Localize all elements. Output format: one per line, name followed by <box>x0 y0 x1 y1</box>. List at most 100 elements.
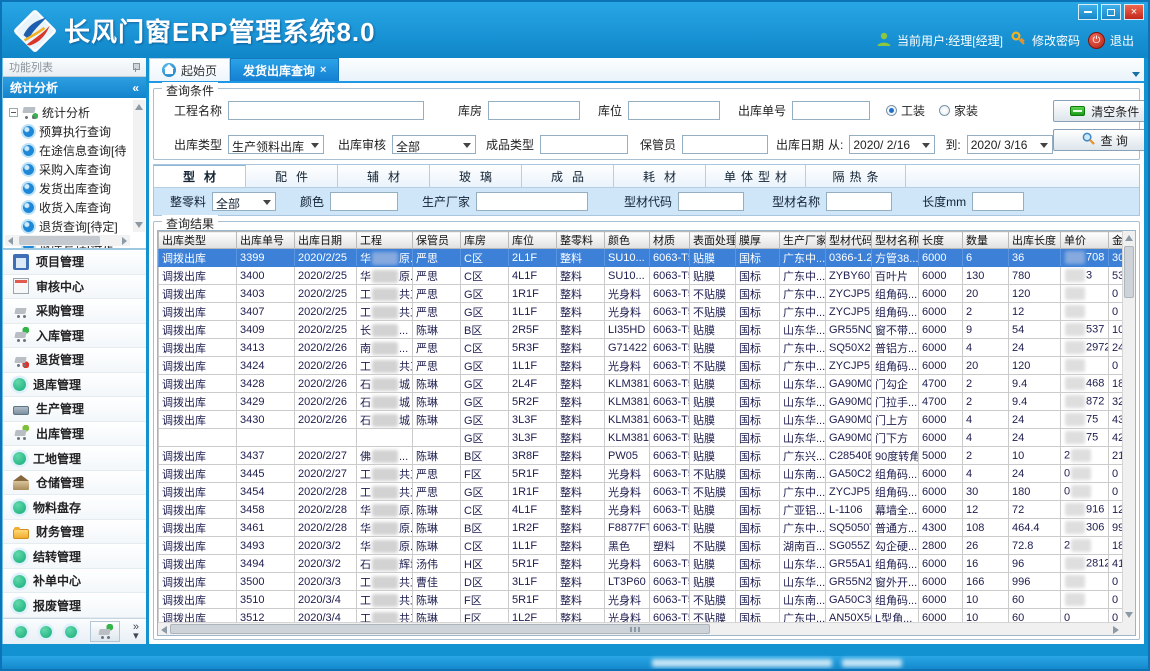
close-button[interactable]: × <box>1124 4 1144 20</box>
column-header-3[interactable]: 工程 <box>357 232 413 249</box>
tree-item-0[interactable]: 预算执行查询 <box>9 122 132 141</box>
logout-button[interactable]: ⏻ 退出 <box>1088 32 1134 49</box>
material-tab-7[interactable]: 隔热条 <box>806 165 906 187</box>
table-row[interactable]: 调拨出库35102020/3/4工共工程陈琳F区5R1F整料光身料6063-T5… <box>159 591 1123 609</box>
material-tab-6[interactable]: 单体型材 <box>706 165 806 187</box>
radio-home[interactable] <box>939 105 950 116</box>
maximize-button[interactable] <box>1101 4 1121 20</box>
profile-name-input[interactable] <box>826 192 892 211</box>
pin-icon[interactable] <box>131 63 140 72</box>
tree-item-2[interactable]: 采购入库查询 <box>9 160 132 179</box>
column-header-14[interactable]: 型材名称 <box>872 232 919 249</box>
table-row[interactable]: 调拨出库34282020/2/26石城陈琳G区2L4F整料KLM38176063… <box>159 375 1123 393</box>
material-tab-5[interactable]: 耗材 <box>614 165 706 187</box>
tree-item-5[interactable]: 退货查询[待定] <box>9 217 132 236</box>
column-header-7[interactable]: 整零料 <box>557 232 605 249</box>
module-dot-icon[interactable] <box>65 626 77 638</box>
scroll-left-icon[interactable] <box>8 237 13 245</box>
splitter-grip-icon[interactable] <box>630 627 640 632</box>
sidebar-menu-item-6[interactable]: 生产管理 <box>3 397 146 422</box>
tab-home[interactable]: 起始页 <box>149 58 230 81</box>
order-no-input[interactable] <box>792 101 870 120</box>
clear-conditions-button[interactable]: 清空条件 <box>1053 100 1148 122</box>
grid-horizontal-scrollbar[interactable] <box>158 622 1122 635</box>
column-header-0[interactable]: 出库类型 <box>159 232 237 249</box>
module-dot-icon[interactable] <box>40 626 52 638</box>
scrollbar-thumb[interactable] <box>170 624 710 634</box>
whole-part-select[interactable]: 全部 <box>212 192 276 211</box>
sidebar-menu-item-3[interactable]: 入库管理 <box>3 324 146 349</box>
material-tab-4[interactable]: 成品 <box>522 165 614 187</box>
table-row[interactable]: 调拨出库34032020/2/25工共工程严思G区1R1F整料光身料6063-T… <box>159 285 1123 303</box>
table-row[interactable]: 调拨出库34072020/2/25工共工程严思G区1L1F整料光身料6063-T… <box>159 303 1123 321</box>
tree-expander-icon[interactable] <box>9 108 18 117</box>
sidebar-menu-item-9[interactable]: 仓储管理 <box>3 471 146 496</box>
table-row[interactable]: 调拨出库34242020/2/26工共工程严思G区1L1F整料光身料6063-T… <box>159 357 1123 375</box>
table-row[interactable]: 调拨出库34612020/2/28华原...陈琳B区1R2F整料F8877FT6… <box>159 519 1123 537</box>
material-tab-3[interactable]: 玻璃 <box>430 165 522 187</box>
scroll-right-icon[interactable] <box>1113 626 1119 634</box>
date-from-select[interactable]: 2020/ 2/16 <box>849 135 935 154</box>
scroll-up-icon[interactable] <box>1125 235 1133 241</box>
column-header-6[interactable]: 库位 <box>509 232 557 249</box>
keeper-input[interactable] <box>682 135 768 154</box>
sidebar-menu-item-7[interactable]: 出库管理 <box>3 422 146 447</box>
sidebar-menu-item-8[interactable]: 工地管理 <box>3 446 146 471</box>
material-tab-2[interactable]: 辅材 <box>338 165 430 187</box>
scroll-up-icon[interactable] <box>135 104 143 110</box>
tree-horizontal-scrollbar[interactable] <box>5 235 130 246</box>
sidebar-menu-item-1[interactable]: 审核中心 <box>3 275 146 300</box>
sidebar-menu-item-2[interactable]: 采购管理 <box>3 299 146 324</box>
table-row[interactable]: 调拨出库35002020/3/3工共工程曹佳D区3L1F整料LT3P606063… <box>159 573 1123 591</box>
material-tab-1[interactable]: 配件 <box>246 165 338 187</box>
project-name-input[interactable] <box>228 101 424 120</box>
sidebar-menu-item-5[interactable]: 退库管理 <box>3 373 146 398</box>
module-dot-icon[interactable] <box>15 626 27 638</box>
outbound-type-select[interactable]: 生产领料出库 <box>228 135 324 154</box>
search-button[interactable]: 查 询 <box>1053 129 1148 151</box>
table-row[interactable]: 调拨出库34942020/3/2石辉城汤伟H区5R1F整料光身料6063-T5贴… <box>159 555 1123 573</box>
column-header-11[interactable]: 膜厚 <box>736 232 780 249</box>
length-input[interactable] <box>972 192 1024 211</box>
table-row[interactable]: 调拨出库33992020/2/25华原...严思C区2L1F整料SU10...6… <box>159 249 1123 267</box>
tab-close-icon[interactable]: × <box>320 64 326 76</box>
scroll-down-icon[interactable] <box>135 222 143 228</box>
change-password-button[interactable]: 修改密码 <box>1011 31 1080 50</box>
tab-shipment-outbound-query[interactable]: 发货出库查询 × <box>230 58 339 81</box>
column-header-16[interactable]: 数量 <box>963 232 1009 249</box>
column-header-13[interactable]: 型材代码 <box>826 232 872 249</box>
column-header-18[interactable]: 单价 <box>1061 232 1109 249</box>
tree-item-3[interactable]: 发货出库查询 <box>9 179 132 198</box>
table-row[interactable]: 调拨出库34932020/3/2华原...陈琳C区1L1F整料黑色塑料不贴膜国标… <box>159 537 1123 555</box>
grid-vertical-scrollbar[interactable] <box>1122 231 1135 622</box>
column-header-9[interactable]: 材质 <box>650 232 690 249</box>
column-header-19[interactable]: 金额 <box>1109 232 1123 249</box>
date-to-select[interactable]: 2020/ 3/16 <box>967 135 1053 154</box>
collapse-icon[interactable]: « <box>132 81 139 95</box>
table-row[interactable]: 调拨出库34542020/2/28工共工程严思G区1R1F整料光身料6063-T… <box>159 483 1123 501</box>
table-row[interactable]: 调拨出库34372020/2/27佛...陈琳B区3R8F整料PW056063-… <box>159 447 1123 465</box>
column-header-1[interactable]: 出库单号 <box>237 232 295 249</box>
product-type-input[interactable] <box>540 135 628 154</box>
tree-root[interactable]: 统计分析 <box>9 102 132 122</box>
color-input[interactable] <box>330 192 398 211</box>
tree-vertical-scrollbar[interactable] <box>133 100 145 232</box>
table-row[interactable]: 调拨出库34582020/2/28华原...陈琳C区4L1F整料光身料6063-… <box>159 501 1123 519</box>
table-row[interactable]: 调拨出库35122020/3/4工共工程陈琳F区1L2F整料光身料6063-T5… <box>159 609 1123 623</box>
column-header-17[interactable]: 出库长度 <box>1009 232 1061 249</box>
cart-module-button[interactable] <box>90 621 120 642</box>
profile-code-input[interactable] <box>678 192 744 211</box>
column-header-2[interactable]: 出库日期 <box>295 232 357 249</box>
sidebar-menu-item-14[interactable]: 报废管理 <box>3 593 146 618</box>
factory-input[interactable] <box>476 192 588 211</box>
scrollbar-thumb[interactable] <box>19 236 100 245</box>
sidebar-menu-item-10[interactable]: 物料盘存 <box>3 495 146 520</box>
radio-industrial[interactable] <box>886 105 897 116</box>
tab-list-dropdown-icon[interactable] <box>1132 72 1140 77</box>
minimize-button[interactable] <box>1078 4 1098 20</box>
material-tab-0[interactable]: 型材 <box>154 165 246 187</box>
warehouse-input[interactable] <box>488 101 580 120</box>
more-modules-button[interactable]: »▾ <box>133 623 139 641</box>
scroll-down-icon[interactable] <box>1125 612 1133 618</box>
location-input[interactable] <box>628 101 720 120</box>
